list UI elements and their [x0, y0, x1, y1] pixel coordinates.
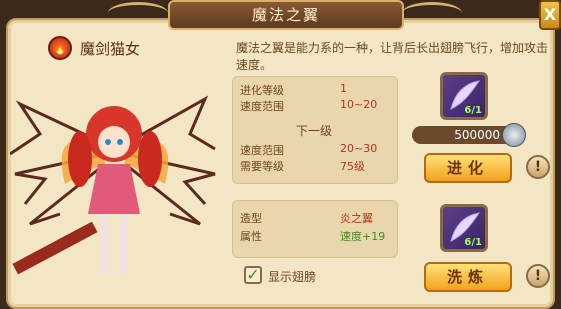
skill-description: 魔法之翼是能力系的一种，让背后长出翅膀飞行，增加攻击速度。 — [236, 41, 549, 72]
title-ornament-left — [108, 2, 168, 24]
stat-value: 20~30 — [340, 142, 378, 155]
appearance-value: 炎之翼 — [340, 212, 373, 225]
fire-emblem-icon: 🔥 — [48, 36, 72, 60]
stat-value: 10~20 — [340, 98, 378, 111]
stat-label: 速度范围 — [240, 144, 284, 157]
face — [98, 126, 130, 158]
close-button[interactable]: X — [539, 0, 561, 30]
stat-value: 75级 — [340, 160, 365, 173]
evolve-help-icon[interactable]: ! — [526, 155, 550, 179]
appearance-value: 速度+19 — [340, 230, 386, 243]
silver-coin-icon — [502, 123, 526, 147]
sword — [12, 221, 98, 275]
appearance-label: 属性 — [240, 230, 262, 243]
stat-label: 进化等级 — [240, 84, 284, 97]
pigtail-left — [68, 131, 92, 187]
stat-value: 1 — [340, 82, 347, 95]
window-title: 魔法之翼 — [251, 6, 320, 24]
appearance-label: 造型 — [240, 212, 262, 225]
evolve-cost-bar: 500000 — [412, 123, 526, 147]
leg-right — [120, 214, 128, 274]
evolve-cost: 500000 — [454, 128, 500, 142]
window-title-bar: 魔法之翼 — [168, 0, 404, 30]
stat-label: 速度范围 — [240, 100, 284, 113]
evolve-item-slot[interactable]: 6/1 — [440, 72, 488, 120]
close-icon: X — [543, 5, 557, 24]
leg-left — [100, 214, 108, 274]
evolve-button[interactable]: 进化 — [424, 153, 512, 183]
character-area: 🔥 魔剑猫女 — [10, 30, 218, 300]
title-ornament-right — [402, 2, 462, 24]
character-portrait — [10, 95, 216, 275]
refine-button[interactable]: 洗炼 — [424, 262, 512, 292]
evolve-item-count: 6/1 — [464, 105, 482, 116]
next-level-title: 下一级 — [296, 124, 333, 138]
show-wings-checkbox[interactable]: ✓ — [244, 266, 262, 284]
character-name-row: 🔥 魔剑猫女 — [48, 36, 140, 60]
pigtail-right — [138, 131, 162, 187]
eye-left — [105, 139, 111, 145]
eye-right — [117, 139, 123, 145]
refine-item-slot[interactable]: 6/1 — [440, 204, 488, 252]
character-name: 魔剑猫女 — [80, 39, 141, 58]
stat-label: 需要等级 — [240, 160, 284, 173]
show-wings-label: 显示翅膀 — [268, 270, 317, 284]
refine-help-icon[interactable]: ! — [526, 264, 550, 288]
refine-item-count: 6/1 — [464, 237, 482, 248]
